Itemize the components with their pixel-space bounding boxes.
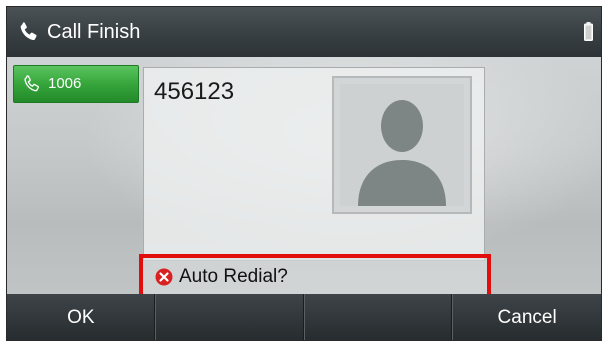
prompt-text: Auto Redial? [179, 266, 288, 287]
auto-redial-prompt: Auto Redial? [139, 254, 491, 298]
softkey-3[interactable] [305, 294, 454, 340]
call-body: 1006 456123 Auto Redial? [7, 57, 601, 298]
red-x-circle-icon [155, 268, 173, 286]
screen-title: Call Finish [47, 21, 141, 43]
softkey-bar: OK Cancel [7, 294, 601, 340]
ok-softkey[interactable]: OK [7, 294, 156, 340]
called-number: 456123 [154, 78, 235, 105]
softkey-2[interactable] [156, 294, 305, 340]
title-bar: Call Finish [7, 7, 601, 58]
phone-handset-icon [22, 74, 42, 94]
contact-avatar [332, 76, 472, 214]
phone-handset-icon [17, 20, 41, 44]
battery-icon [584, 22, 593, 41]
cancel-softkey[interactable]: Cancel [453, 294, 601, 340]
phone-screen: Call Finish 1006 456123 Auto Redial? OK … [6, 6, 602, 341]
account-line-key[interactable]: 1006 [13, 65, 139, 103]
contact-silhouette-icon [340, 84, 464, 206]
line-key-label: 1006 [48, 75, 82, 92]
call-info-panel: 456123 [143, 67, 485, 261]
